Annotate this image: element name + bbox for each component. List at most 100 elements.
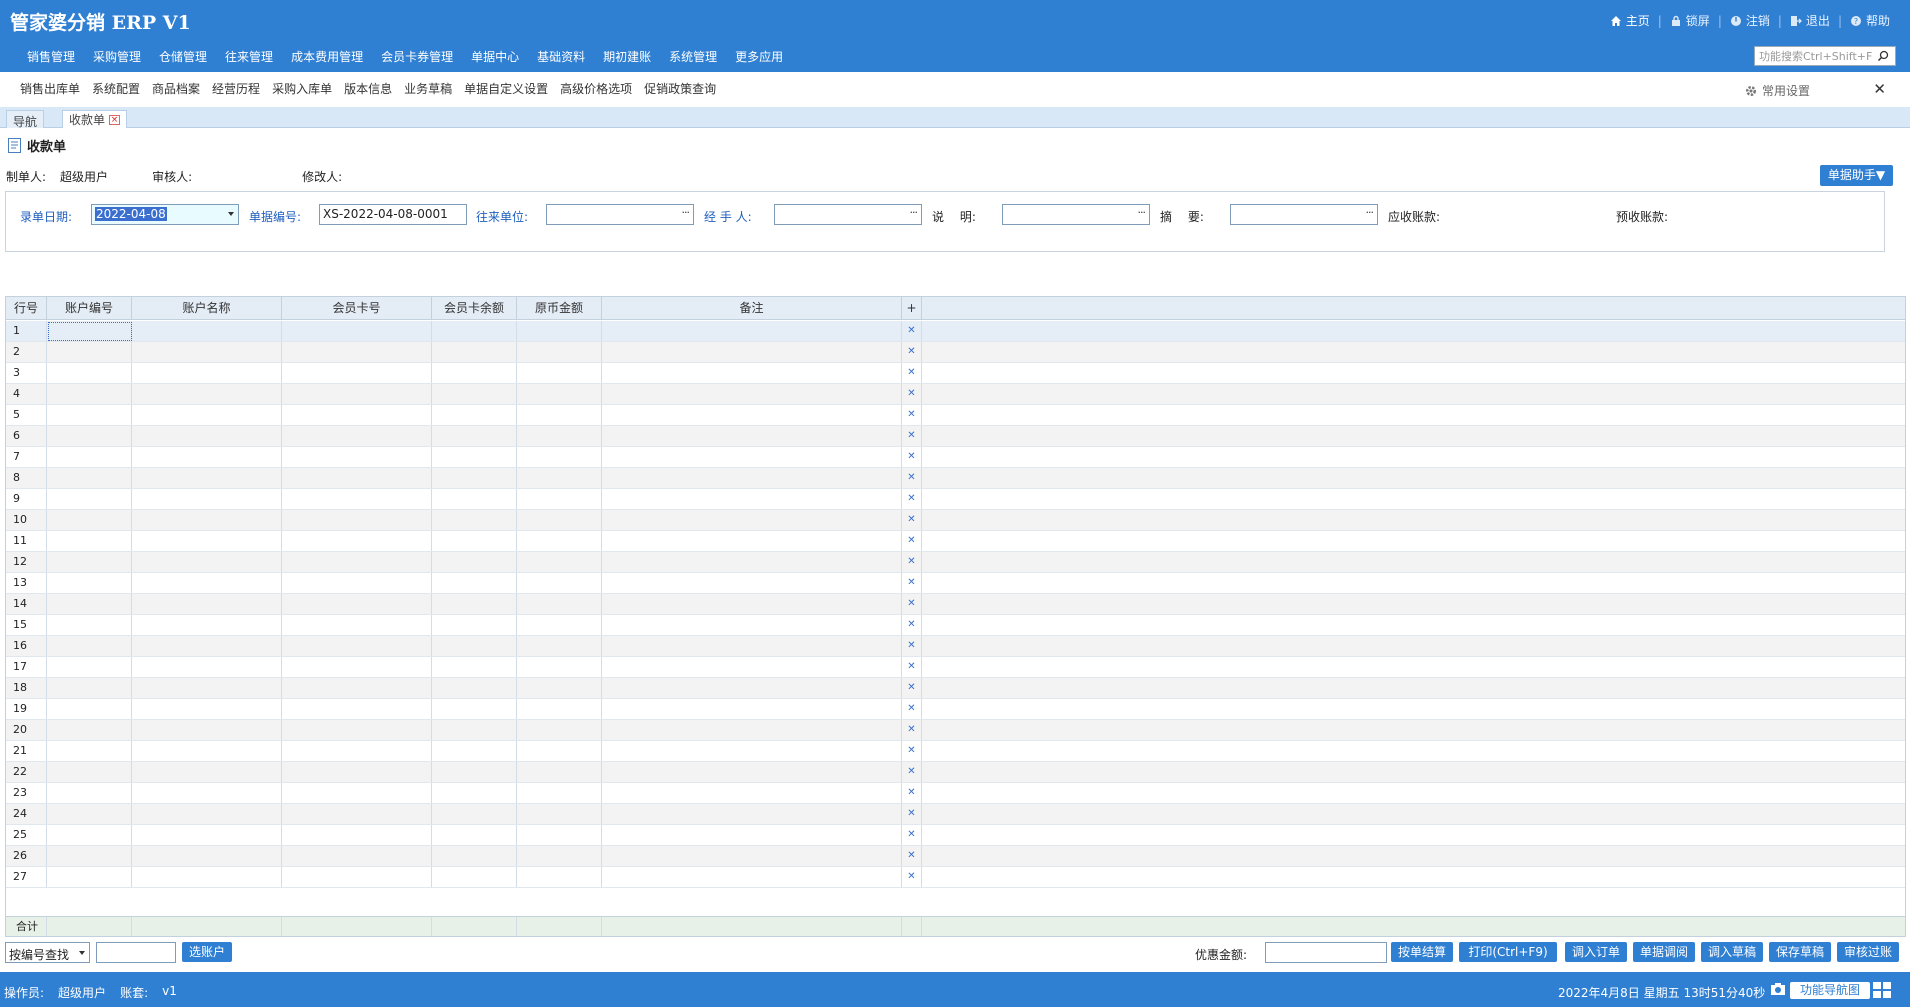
doc-no-field[interactable]: XS-2022-04-08-0001 <box>319 204 467 225</box>
settle-by-doc-button[interactable]: 按单结算 <box>1391 942 1453 962</box>
col-amount[interactable]: 原币金额 <box>517 297 602 319</box>
grid-cell[interactable] <box>432 678 517 698</box>
col-remark[interactable]: 备注 <box>602 297 902 319</box>
delete-row-icon[interactable]: ✕ <box>902 363 922 383</box>
grid-cell[interactable] <box>432 531 517 551</box>
grid-cell[interactable] <box>517 384 602 404</box>
grid-cell[interactable] <box>602 384 902 404</box>
print-button[interactable]: 打印(Ctrl+F9) <box>1459 942 1557 962</box>
grid-cell[interactable] <box>602 867 902 887</box>
grid-cell[interactable] <box>282 363 432 383</box>
grid-cell[interactable] <box>132 426 282 446</box>
quick-link[interactable]: 高级价格选项 <box>554 80 638 97</box>
quick-link[interactable]: 销售出库单 <box>14 80 86 97</box>
grid-cell[interactable] <box>132 447 282 467</box>
grid-cell[interactable] <box>517 741 602 761</box>
common-settings-button[interactable]: 常用设置 <box>1744 82 1810 99</box>
delete-row-icon[interactable]: ✕ <box>902 720 922 740</box>
grid-cell[interactable] <box>47 363 132 383</box>
delete-row-icon[interactable]: ✕ <box>902 447 922 467</box>
grid-cell[interactable] <box>432 804 517 824</box>
table-row[interactable]: 1 ✕ <box>6 321 1905 342</box>
table-row[interactable]: 2 ✕ <box>6 342 1905 363</box>
grid-cell[interactable] <box>432 615 517 635</box>
grid-cell[interactable] <box>282 552 432 572</box>
table-row[interactable]: 4 ✕ <box>6 384 1905 405</box>
table-row[interactable]: 20 ✕ <box>6 720 1905 741</box>
menu-documents[interactable]: 单据中心 <box>462 48 528 65</box>
grid-cell[interactable] <box>47 825 132 845</box>
delete-row-icon[interactable]: ✕ <box>902 573 922 593</box>
col-account-name[interactable]: 账户名称 <box>132 297 282 319</box>
grid-cell[interactable] <box>432 783 517 803</box>
grid-cell[interactable] <box>282 468 432 488</box>
lock-screen-link[interactable]: 锁屏 <box>1662 12 1718 29</box>
grid-cell[interactable] <box>282 405 432 425</box>
menu-more-apps[interactable]: 更多应用 <box>726 48 792 65</box>
grid-cell[interactable] <box>282 510 432 530</box>
grid-cell[interactable] <box>47 405 132 425</box>
grid-cell[interactable] <box>132 699 282 719</box>
table-row[interactable]: 9 ✕ <box>6 489 1905 510</box>
grid-cell[interactable] <box>132 615 282 635</box>
grid-cell[interactable] <box>432 321 517 341</box>
grid-cell[interactable] <box>47 468 132 488</box>
camera-icon[interactable] <box>1770 982 1786 996</box>
grid-cell[interactable] <box>282 804 432 824</box>
grid-cell[interactable] <box>282 846 432 866</box>
search-icon[interactable] <box>1877 50 1889 62</box>
grid-cell[interactable] <box>517 825 602 845</box>
menu-accounts[interactable]: 往来管理 <box>216 48 282 65</box>
delete-row-icon[interactable]: ✕ <box>902 405 922 425</box>
delete-row-icon[interactable]: ✕ <box>902 825 922 845</box>
grid-cell[interactable] <box>432 762 517 782</box>
tab-receipt[interactable]: 收款单 × <box>62 110 128 128</box>
grid-cell[interactable] <box>432 426 517 446</box>
grid-cell[interactable] <box>602 615 902 635</box>
grid-cell[interactable] <box>602 804 902 824</box>
grid-cell[interactable] <box>282 783 432 803</box>
table-row[interactable]: 25 ✕ <box>6 825 1905 846</box>
menu-warehouse[interactable]: 仓储管理 <box>150 48 216 65</box>
grid-cell[interactable] <box>132 804 282 824</box>
logout-link[interactable]: 注销 <box>1722 12 1778 29</box>
grid-cell[interactable] <box>47 657 132 677</box>
menu-purchase[interactable]: 采购管理 <box>84 48 150 65</box>
delete-row-icon[interactable]: ✕ <box>902 678 922 698</box>
grid-cell[interactable] <box>517 552 602 572</box>
grid-cell[interactable] <box>602 720 902 740</box>
grid-cell[interactable] <box>47 615 132 635</box>
grid-cell[interactable] <box>282 573 432 593</box>
grid-cell[interactable] <box>282 762 432 782</box>
close-icon[interactable]: ✕ <box>1873 80 1886 98</box>
delete-row-icon[interactable]: ✕ <box>902 867 922 887</box>
audit-post-button[interactable]: 审核过账 <box>1837 942 1899 962</box>
table-row[interactable]: 11 ✕ <box>6 531 1905 552</box>
table-row[interactable]: 18 ✕ <box>6 678 1905 699</box>
ellipsis-icon[interactable]: ··· <box>910 206 918 219</box>
grid-cell[interactable] <box>432 657 517 677</box>
grid-cell[interactable] <box>132 594 282 614</box>
grid-cell[interactable] <box>282 657 432 677</box>
grid-cell[interactable] <box>132 468 282 488</box>
delete-row-icon[interactable]: ✕ <box>902 804 922 824</box>
grid-cell[interactable] <box>132 489 282 509</box>
grid-cell[interactable] <box>602 489 902 509</box>
menu-cost[interactable]: 成本费用管理 <box>282 48 372 65</box>
quick-link[interactable]: 商品档案 <box>146 80 206 97</box>
grid-cell[interactable] <box>132 510 282 530</box>
grid-cell[interactable] <box>47 783 132 803</box>
import-draft-button[interactable]: 调入草稿 <box>1701 942 1763 962</box>
grid-cell[interactable] <box>432 573 517 593</box>
grid-cell[interactable] <box>282 867 432 887</box>
grid-cell[interactable] <box>132 531 282 551</box>
lookup-input[interactable] <box>96 942 176 963</box>
import-order-button[interactable]: 调入订单 <box>1565 942 1627 962</box>
grid-cell[interactable] <box>602 762 902 782</box>
table-row[interactable]: 14 ✕ <box>6 594 1905 615</box>
grid-cell[interactable] <box>432 384 517 404</box>
grid-cell[interactable] <box>47 489 132 509</box>
grid-cell[interactable] <box>517 678 602 698</box>
grid-cell[interactable] <box>602 825 902 845</box>
grid-cell[interactable] <box>602 363 902 383</box>
